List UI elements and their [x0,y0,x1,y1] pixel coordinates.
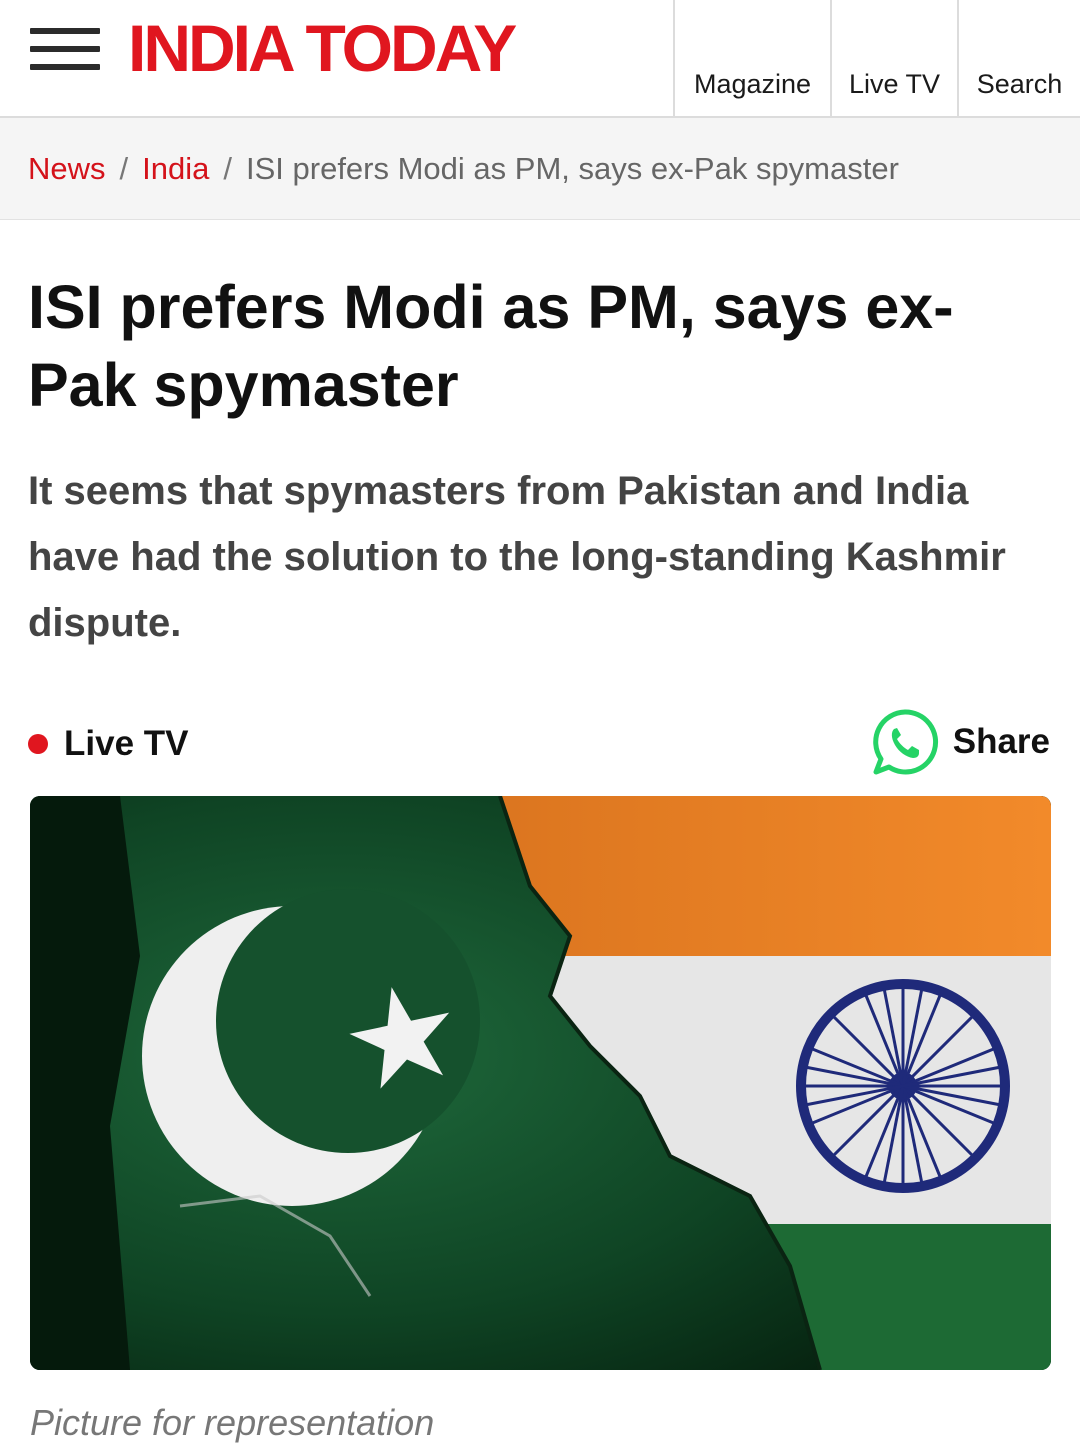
article-summary: It seems that spymasters from Pakistan a… [28,469,1006,645]
live-dot-icon [28,734,48,754]
hamburger-menu-icon[interactable] [30,26,102,72]
nav-live-tv[interactable]: Live TV [830,0,957,116]
article-title: ISI prefers Modi as PM, says ex-Pak spym… [28,273,954,419]
live-tv-label: Live TV [64,724,189,763]
live-tv-link[interactable]: Live TV [28,720,188,768]
nav-magazine[interactable]: Magazine [673,0,830,116]
image-caption: Picture for representation [30,1402,435,1443]
share-button[interactable]: Share [871,706,1050,778]
nav-search[interactable]: Search [957,0,1080,116]
site-logo[interactable]: INDIA TODAY [128,10,517,86]
whatsapp-icon [872,709,938,775]
breadcrumb-current: ISI prefers Modi as PM, says ex-Pak spym… [246,151,899,186]
breadcrumb-separator: / [119,151,129,186]
breadcrumb-separator: / [223,151,232,186]
flags-illustration [30,796,1051,1370]
share-label: Share [952,722,1050,761]
breadcrumb-india[interactable]: India [142,151,209,186]
site-header: INDIA TODAY Magazine Live TV Search [0,0,1080,118]
article-hero-image [30,796,1051,1370]
breadcrumb: News / India / ISI prefers Modi as PM, says … [0,118,1080,220]
breadcrumb-news[interactable]: News [28,151,106,186]
